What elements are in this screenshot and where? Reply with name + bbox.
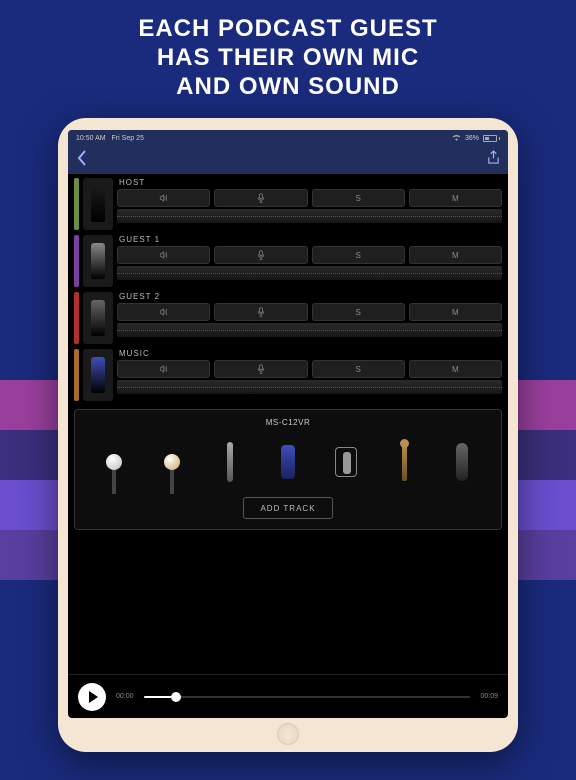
track-waveform[interactable] bbox=[117, 209, 502, 223]
track-mic-button[interactable] bbox=[214, 189, 307, 207]
track-mic-button[interactable] bbox=[214, 360, 307, 378]
back-button[interactable] bbox=[76, 150, 88, 171]
promo-line2: HAS THEIR OWN MIC bbox=[20, 44, 556, 73]
track-waveform[interactable] bbox=[117, 323, 502, 337]
track-mic-thumbnail[interactable] bbox=[83, 178, 113, 230]
track-label: HOST bbox=[117, 178, 502, 187]
mic-shock-mount[interactable] bbox=[331, 437, 361, 487]
wifi-icon bbox=[452, 134, 461, 143]
track-mute-button[interactable]: M bbox=[409, 360, 502, 378]
player-current-time: 00:00 bbox=[116, 693, 134, 700]
status-bar: 10:50 AM Fri Sep 25 36% bbox=[68, 130, 508, 146]
share-button[interactable] bbox=[487, 150, 500, 170]
app-screen: 10:50 AM Fri Sep 25 36% bbox=[68, 130, 508, 718]
nav-bar bbox=[68, 146, 508, 174]
promo-line1: EACH PODCAST GUEST bbox=[20, 15, 556, 44]
add-track-button[interactable]: ADD TRACK bbox=[243, 497, 333, 519]
track-mic-thumbnail[interactable] bbox=[83, 292, 113, 344]
mic-tube[interactable] bbox=[447, 437, 477, 487]
track-waveform[interactable] bbox=[117, 380, 502, 394]
track-volume-button[interactable] bbox=[117, 303, 210, 321]
track-waveform[interactable] bbox=[117, 266, 502, 280]
progress-slider[interactable] bbox=[144, 696, 471, 698]
track-label: GUEST 2 bbox=[117, 292, 502, 301]
ipad-device-frame: 10:50 AM Fri Sep 25 36% bbox=[58, 118, 518, 752]
track-mute-button[interactable]: M bbox=[409, 303, 502, 321]
ipad-home-button bbox=[277, 723, 299, 745]
track-solo-button[interactable]: S bbox=[312, 360, 405, 378]
track-volume-button[interactable] bbox=[117, 360, 210, 378]
track-color-strip bbox=[74, 349, 79, 401]
track-volume-button[interactable] bbox=[117, 246, 210, 264]
track-row: GUEST 1 S M bbox=[74, 235, 502, 287]
track-mic-thumbnail[interactable] bbox=[83, 349, 113, 401]
track-row: MUSIC S M bbox=[74, 349, 502, 401]
promo-line3: AND OWN SOUND bbox=[20, 73, 556, 102]
statusbar-time: 10:50 AM bbox=[76, 135, 106, 142]
track-row: HOST S M bbox=[74, 178, 502, 230]
track-solo-button[interactable]: S bbox=[312, 303, 405, 321]
mic-picker-row bbox=[81, 433, 495, 487]
track-mic-thumbnail[interactable] bbox=[83, 235, 113, 287]
player-bar: 00:00 00:09 bbox=[68, 674, 508, 718]
track-label: MUSIC bbox=[117, 349, 502, 358]
statusbar-battery-pct: 36% bbox=[465, 135, 479, 142]
battery-icon bbox=[483, 135, 500, 142]
statusbar-date: Fri Sep 25 bbox=[112, 135, 144, 142]
track-color-strip bbox=[74, 178, 79, 230]
track-color-strip bbox=[74, 235, 79, 287]
mic-pencil[interactable] bbox=[215, 437, 245, 487]
mic-brass[interactable] bbox=[389, 437, 419, 487]
play-button[interactable] bbox=[78, 683, 106, 711]
track-row: GUEST 2 S M bbox=[74, 292, 502, 344]
tracks-list: HOST S M GUEST 1 S M bbox=[68, 174, 508, 401]
track-mute-button[interactable]: M bbox=[409, 189, 502, 207]
track-color-strip bbox=[74, 292, 79, 344]
mic-picker-panel: MS-C12VR ADD TRACK bbox=[74, 409, 502, 530]
mic-round-gold[interactable] bbox=[157, 437, 187, 487]
promo-headline: EACH PODCAST GUEST HAS THEIR OWN MIC AND… bbox=[0, 0, 576, 113]
mic-picker-title: MS-C12VR bbox=[81, 418, 495, 427]
track-volume-button[interactable] bbox=[117, 189, 210, 207]
player-duration: 00:09 bbox=[480, 693, 498, 700]
track-mute-button[interactable]: M bbox=[409, 246, 502, 264]
track-solo-button[interactable]: S bbox=[312, 246, 405, 264]
mic-blue-studio[interactable] bbox=[273, 437, 303, 487]
track-mic-button[interactable] bbox=[214, 246, 307, 264]
track-mic-button[interactable] bbox=[214, 303, 307, 321]
track-label: GUEST 1 bbox=[117, 235, 502, 244]
track-solo-button[interactable]: S bbox=[312, 189, 405, 207]
mic-round-silver[interactable] bbox=[99, 437, 129, 487]
